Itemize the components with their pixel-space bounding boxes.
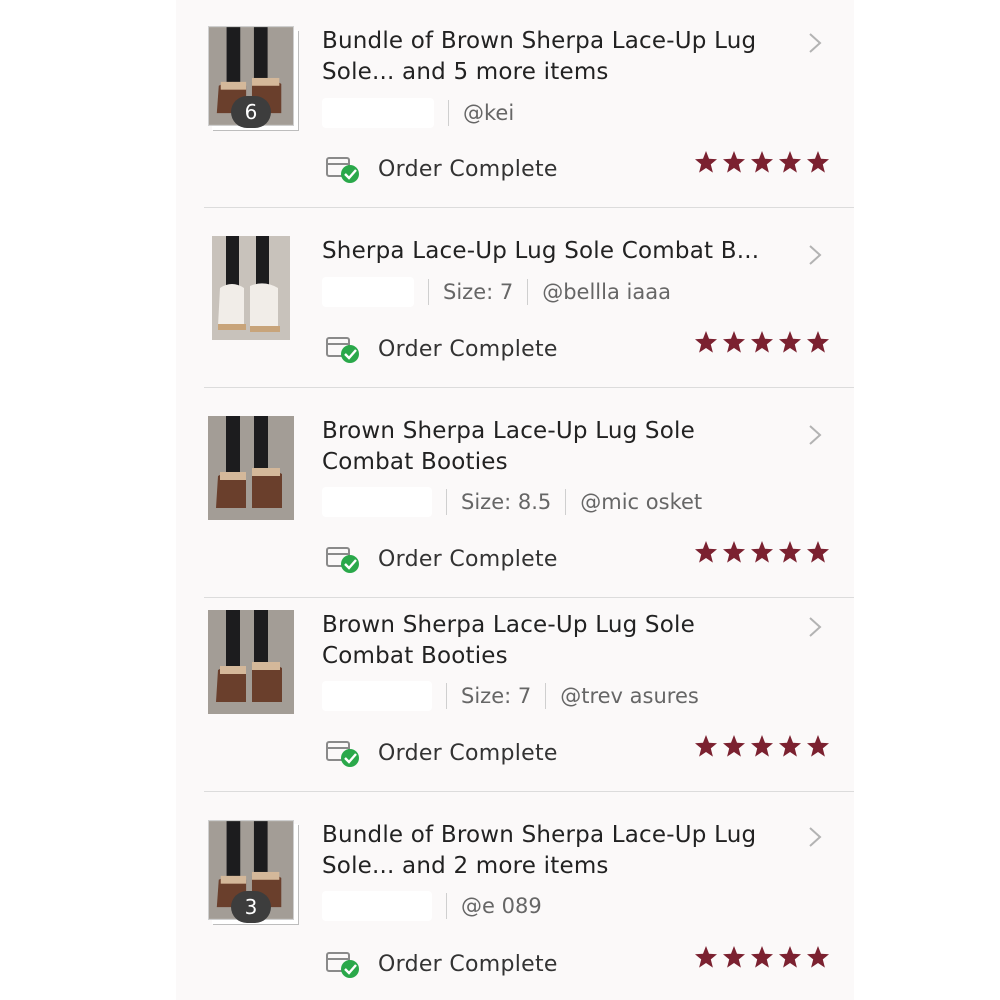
- rating-stars: [694, 540, 830, 566]
- status-label: Order Complete: [378, 336, 558, 362]
- star-icon: [751, 946, 773, 968]
- redacted-name: [322, 487, 432, 517]
- chevron-right-icon: [809, 425, 822, 445]
- star-icon: [779, 331, 801, 353]
- order-status: Order Complete: [326, 948, 558, 980]
- package-check-icon: [326, 952, 359, 978]
- seller-username: @trev asures: [560, 684, 699, 708]
- rating-stars: [694, 734, 830, 760]
- seller-username: @bellla iaaa: [542, 280, 671, 304]
- meta-separator: [446, 683, 447, 709]
- package-check-icon: [326, 337, 359, 363]
- package-check-icon: [326, 157, 359, 183]
- meta-separator: [448, 100, 449, 126]
- order-title: Bundle of Brown Sherpa Lace-Up Lug Sole.…: [322, 28, 757, 85]
- star-icon: [807, 735, 829, 757]
- order-item[interactable]: Brown Sherpa Lace-Up Lug Sole Combat Boo…: [176, 388, 854, 598]
- product-thumbnail: [212, 236, 290, 340]
- order-item[interactable]: Brown Sherpa Lace-Up Lug Sole Combat Boo…: [176, 598, 854, 792]
- order-title: Sherpa Lace-Up Lug Sole Combat B...: [322, 238, 760, 264]
- meta-separator: [428, 279, 429, 305]
- seller-username: @e 089: [461, 894, 542, 918]
- order-title: Brown Sherpa Lace-Up Lug Sole Combat Boo…: [322, 418, 695, 475]
- rating-stars: [694, 330, 830, 356]
- star-icon: [695, 735, 717, 757]
- chevron-right-icon: [809, 245, 822, 265]
- meta-separator: [527, 279, 529, 305]
- star-icon: [807, 151, 829, 173]
- brown-boots-image: [208, 610, 294, 714]
- rating-stars: [694, 945, 830, 971]
- star-icon: [751, 541, 773, 563]
- star-icon: [779, 151, 801, 173]
- item-size: Size: 8.5: [461, 490, 552, 514]
- star-icon: [779, 946, 801, 968]
- status-label: Order Complete: [378, 546, 558, 572]
- order-item[interactable]: Sherpa Lace-Up Lug Sole Combat B... Size…: [176, 208, 854, 388]
- item-size: Size: 7: [461, 684, 532, 708]
- bundle-count-badge: 3: [231, 891, 271, 923]
- star-icon: [723, 946, 745, 968]
- redacted-name: [322, 891, 432, 921]
- star-icon: [723, 331, 745, 353]
- star-icon: [695, 946, 717, 968]
- product-thumbnail: [208, 416, 294, 520]
- star-icon: [723, 735, 745, 757]
- redacted-name: [322, 98, 434, 128]
- star-icon: [695, 151, 717, 173]
- order-status: Order Complete: [326, 543, 558, 575]
- star-icon: [695, 541, 717, 563]
- product-thumbnail: [208, 610, 294, 714]
- order-item[interactable]: 3 Bundle of Brown Sherpa Lace-Up Lug Sol…: [176, 792, 854, 1000]
- star-icon: [751, 331, 773, 353]
- meta-separator: [565, 489, 567, 515]
- order-title: Bundle of Brown Sherpa Lace-Up Lug Sole.…: [322, 822, 757, 879]
- star-icon: [807, 541, 829, 563]
- star-icon: [723, 541, 745, 563]
- star-icon: [751, 735, 773, 757]
- order-item[interactable]: 6 Bundle of Brown Sherpa Lace-Up Lug Sol…: [176, 0, 854, 208]
- star-icon: [695, 331, 717, 353]
- order-meta: @e 089: [322, 891, 542, 921]
- order-list: 6 Bundle of Brown Sherpa Lace-Up Lug Sol…: [176, 0, 854, 1000]
- order-meta: Size: 7 @bellla iaaa: [322, 277, 671, 307]
- order-status: Order Complete: [326, 153, 558, 185]
- bundle-count-badge: 6: [231, 96, 271, 128]
- seller-username: @mic osket: [580, 490, 703, 514]
- status-label: Order Complete: [378, 156, 558, 182]
- order-title: Brown Sherpa Lace-Up Lug Sole Combat Boo…: [322, 612, 695, 669]
- order-meta: @kei: [322, 98, 514, 128]
- order-meta: Size: 7 @trev asures: [322, 681, 699, 711]
- white-boots-image: [212, 236, 290, 340]
- rating-stars: [694, 150, 830, 176]
- star-icon: [807, 331, 829, 353]
- package-check-icon: [326, 547, 359, 573]
- star-icon: [807, 946, 829, 968]
- order-meta: Size: 8.5 @mic osket: [322, 487, 702, 517]
- status-label: Order Complete: [378, 951, 558, 977]
- star-icon: [751, 151, 773, 173]
- star-icon: [723, 151, 745, 173]
- meta-separator: [446, 893, 447, 919]
- redacted-name: [322, 681, 432, 711]
- item-size: Size: 7: [443, 280, 514, 304]
- star-icon: [779, 735, 801, 757]
- star-icon: [779, 541, 801, 563]
- package-check-icon: [326, 741, 359, 767]
- chevron-right-icon: [809, 33, 822, 53]
- meta-separator: [545, 683, 547, 709]
- status-label: Order Complete: [378, 740, 558, 766]
- order-status: Order Complete: [326, 333, 558, 365]
- brown-boots-image: [208, 416, 294, 520]
- seller-username: @kei: [463, 101, 515, 125]
- chevron-right-icon: [809, 827, 822, 847]
- chevron-right-icon: [809, 617, 822, 637]
- meta-separator: [446, 489, 447, 515]
- redacted-name: [322, 277, 414, 307]
- order-status: Order Complete: [326, 737, 558, 769]
